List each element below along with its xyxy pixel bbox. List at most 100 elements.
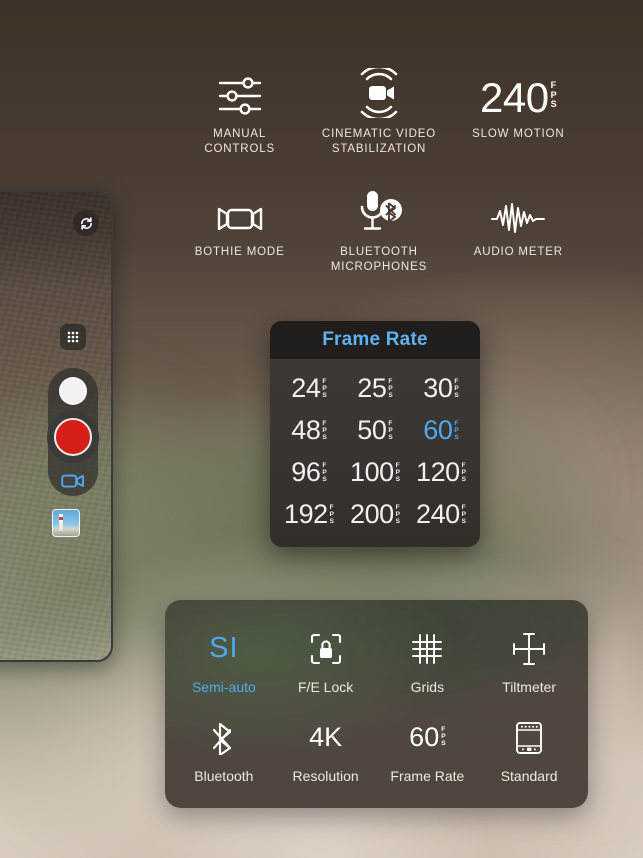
frame-rate-value: 192 [284,498,328,529]
frame-rate-value: 240 [416,498,460,529]
frame-rate-value: 60 [409,722,440,752]
thumbnail-lighthouse [59,514,63,531]
camera-settings-panel: SI Semi-auto F/E Lock Grids Tiltmeter Bl… [165,600,588,808]
si-text-icon: SI [209,627,238,671]
frame-rate-option[interactable]: 50 F P S [342,409,408,451]
feature-bothie-mode[interactable]: BOTHIE MODE [170,180,309,274]
frame-rate-option[interactable]: 96 F P S [276,451,342,493]
setting-bluetooth[interactable]: Bluetooth [173,705,275,794]
sliders-icon [217,62,263,118]
frame-rate-value: 100 [350,456,394,487]
crosshair-level-icon [512,627,546,671]
feature-label: SLOW MOTION [472,128,565,140]
last-photo-thumbnail[interactable] [52,509,80,537]
grid-lines-icon [411,627,443,671]
frame-rate-value: 96 [291,456,321,487]
setting-label: F/E Lock [298,678,354,695]
film-frame-icon [514,716,544,760]
frame-rate-option-selected[interactable]: 60 F P S [408,409,474,451]
slow-motion-fps-value: 240 [480,74,549,122]
settings-grid: SI Semi-auto F/E Lock Grids Tiltmeter Bl… [165,600,588,808]
photo-shutter-button[interactable] [59,377,87,405]
feature-cinematic-video-stabilization[interactable]: CINEMATIC VIDEO STABILIZATION [309,62,448,156]
frame-rate-option[interactable]: 24 F P S [276,367,342,409]
frame-rate-value: 25 [357,372,387,403]
setting-label: Semi-auto [191,678,256,695]
frame-rate-value: 60 [423,414,453,445]
setting-label: Resolution [292,767,359,784]
frame-rate-header: Frame Rate [270,321,480,359]
feature-showcase-grid: MANUAL CONTROLS CINEMATIC VIDEO STABILIZAT… [170,62,588,275]
frame-rate-option[interactable]: 25 F P S [342,367,408,409]
frame-rate-value: 200 [350,498,394,529]
frame-rate-value: 24 [291,372,321,403]
feature-label: MANUAL CONTROLS [204,128,276,155]
bluetooth-icon [210,716,238,760]
frame-rate-option[interactable]: 240 F P S [408,493,474,535]
fps-unit: FPS [322,378,327,399]
feature-label: CINEMATIC VIDEO STABILIZATION [321,128,437,155]
setting-label: Frame Rate [390,767,465,784]
setting-resolution[interactable]: 4K Resolution [275,705,377,794]
fps-unit: FPS [329,504,334,525]
fps-unit: FPS [461,504,466,525]
fps-unit: FPS [461,462,466,483]
frame-rate-popover: Frame Rate 24 F P S 25 F P S 30 F P S 48 F P S 50 F P S… [270,321,480,547]
fps-unit: FPS [388,378,393,399]
setting-fe-lock[interactable]: F/E Lock [275,616,377,705]
setting-frame-rate[interactable]: 60 FPS Frame Rate [377,705,479,794]
video-mode-icon[interactable] [59,471,87,491]
microphone-bluetooth-icon [352,180,406,236]
feature-audio-meter[interactable]: AUDIO METER [449,180,588,274]
fps-unit: FPS [441,726,446,747]
frame-rate-options-grid: 24 F P S 25 F P S 30 F P S 48 F P S 50 F P S 60 F P S 96 F P… [270,359,480,547]
setting-label: Tiltmeter [502,678,557,695]
feature-label: BOTHIE MODE [194,246,285,259]
frame-rate-option[interactable]: 100 F P S [342,451,408,493]
frame-rate-option[interactable]: 120 F P S [408,451,474,493]
fps-unit: FPS [395,462,400,483]
flip-camera-icon[interactable] [73,210,99,236]
fps-unit: FPS [454,378,459,399]
fps-number-icon: 60 FPS [409,716,445,760]
record-button[interactable] [47,411,99,463]
camera-app-screen: MANUAL CONTROLS CINEMATIC VIDEO STABILIZAT… [0,0,643,858]
setting-label: Grids [410,678,445,695]
dual-camcorder-icon [214,180,266,236]
setting-grids[interactable]: Grids [377,616,479,705]
fps-unit: FPS [388,420,393,441]
semi-auto-value: SI [209,632,239,664]
stabilized-camcorder-icon [351,62,407,118]
frame-rate-option[interactable]: 30 F P S [408,367,474,409]
fps-unit: FPS [454,420,459,441]
setting-label: Bluetooth [194,767,254,784]
setting-semi-auto[interactable]: SI Semi-auto [173,616,275,705]
feature-label: AUDIO METER [473,246,563,259]
frame-rate-option[interactable]: 48 F P S [276,409,342,451]
frame-rate-value: 48 [291,414,321,445]
feature-manual-controls[interactable]: MANUAL CONTROLS [170,62,309,156]
setting-label: Standard [500,767,558,784]
frame-rate-value: 120 [416,456,460,487]
resolution-value: 4K [309,722,343,752]
fps-unit: FPS [550,80,557,110]
setting-standard[interactable]: Standard [478,705,580,794]
frame-rate-option[interactable]: 200 F P S [342,493,408,535]
fps-unit: FPS [395,504,400,525]
feature-label: BLUETOOTH MICROPHONES [330,246,428,274]
frame-rate-option[interactable]: 192 F P S [276,493,342,535]
fps-number-icon: 240 FPS [480,62,557,122]
feature-bluetooth-microphones[interactable]: BLUETOOTH MICROPHONES [309,180,448,274]
frame-rate-value: 30 [423,372,453,403]
resolution-text-icon: 4K [309,716,342,760]
lock-focus-icon [309,627,343,671]
feature-slow-motion[interactable]: 240 FPS SLOW MOTION [449,62,588,156]
waveform-icon [490,180,546,236]
fps-unit: FPS [322,420,327,441]
camera-viewfinder-panel[interactable] [0,190,113,662]
setting-tiltmeter[interactable]: Tiltmeter [478,616,580,705]
grid-dots-icon[interactable] [60,324,86,350]
frame-rate-value: 50 [357,414,387,445]
frame-rate-title: Frame Rate [322,329,428,350]
fps-unit: FPS [322,462,327,483]
